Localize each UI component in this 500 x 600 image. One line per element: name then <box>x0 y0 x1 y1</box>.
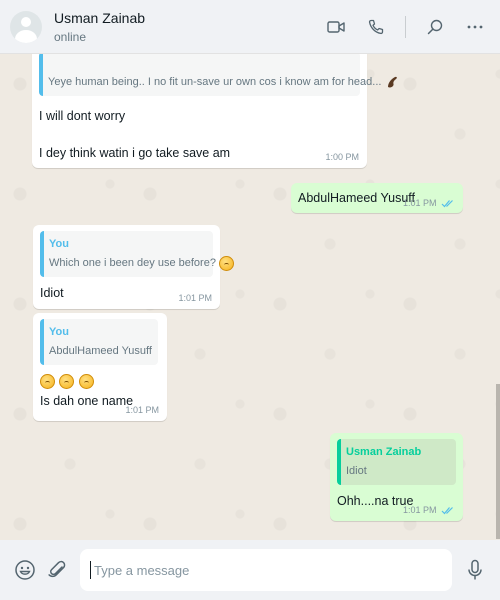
contact-info[interactable]: Usman Zainab online <box>54 9 145 45</box>
attach-icon[interactable] <box>44 557 70 583</box>
message-incoming[interactable]: You Which one i been dey use before? Idi… <box>33 225 235 309</box>
quoted-text: Which one i been dey use before? <box>49 255 235 271</box>
flushed-face-emoji-icon <box>78 374 94 390</box>
message-input[interactable] <box>93 562 442 578</box>
message-incoming[interactable]: Yeye human being.. I no fit un-save ur o… <box>32 54 397 168</box>
read-receipt-icon <box>441 507 453 515</box>
message-time: 1:01 PM <box>125 405 159 415</box>
pinching-hand-emoji-icon <box>387 76 397 88</box>
mic-icon[interactable] <box>462 557 488 583</box>
contact-name: Usman Zainab <box>54 9 146 26</box>
text-caret <box>90 561 91 579</box>
emoji-row <box>40 373 160 391</box>
quoted-text: Idiot <box>346 465 367 477</box>
message-composer <box>0 540 500 600</box>
contact-status: online <box>54 29 87 44</box>
quoted-sender: You <box>49 238 69 250</box>
message-input-box[interactable] <box>80 549 452 591</box>
message-text: I dey think watin i go take save am <box>39 146 231 160</box>
message-time: 1:01 PM <box>403 198 455 208</box>
message-time: 1:01 PM <box>403 505 455 515</box>
quoted-text: Yeye human being.. I no fit un-save ur o… <box>48 74 397 90</box>
message-outgoing[interactable]: Usman Zainab Idiot Ohh....na true 1:01 P… <box>330 433 463 521</box>
chat-area[interactable]: Yeye human being.. I no fit un-save ur o… <box>0 54 500 540</box>
thinking-face-emoji-icon <box>219 255 235 271</box>
flushed-face-emoji-icon <box>59 374 75 390</box>
message-incoming[interactable]: You AbdulHameed Yusuff Is dah one name 1… <box>33 313 167 421</box>
message-outgoing[interactable]: AbdulHameed Yusuff 1:01 PM <box>291 183 463 213</box>
contact-avatar[interactable] <box>10 10 42 43</box>
message-time: 1:01 PM <box>178 293 212 303</box>
menu-icon[interactable] <box>464 16 486 38</box>
quoted-message[interactable]: You AbdulHameed Yusuff <box>40 319 158 365</box>
read-receipt-icon <box>441 200 453 208</box>
message-text: I will dont worry <box>39 109 126 123</box>
quoted-message[interactable]: You Which one i been dey use before? <box>40 231 235 277</box>
quoted-message[interactable]: Usman Zainab Idiot <box>337 439 456 485</box>
quoted-message[interactable]: Yeye human being.. I no fit un-save ur o… <box>39 54 397 96</box>
quoted-text: AbdulHameed Yusuff <box>49 345 152 357</box>
emoji-icon[interactable] <box>12 557 38 583</box>
message-text: AbdulHameed Yusuff <box>298 191 415 205</box>
quoted-sender: You <box>49 326 69 338</box>
header-divider <box>405 15 406 38</box>
header-actions <box>325 15 490 38</box>
video-call-icon[interactable] <box>325 16 347 38</box>
search-icon[interactable] <box>424 16 446 38</box>
chat-scrollbar[interactable] <box>496 384 500 539</box>
flushed-face-emoji-icon <box>40 374 55 390</box>
message-time: 1:00 PM <box>325 152 359 162</box>
voice-call-icon[interactable] <box>365 16 387 38</box>
quoted-sender: Usman Zainab <box>346 446 422 458</box>
chat-header: Usman Zainab online <box>0 0 500 54</box>
